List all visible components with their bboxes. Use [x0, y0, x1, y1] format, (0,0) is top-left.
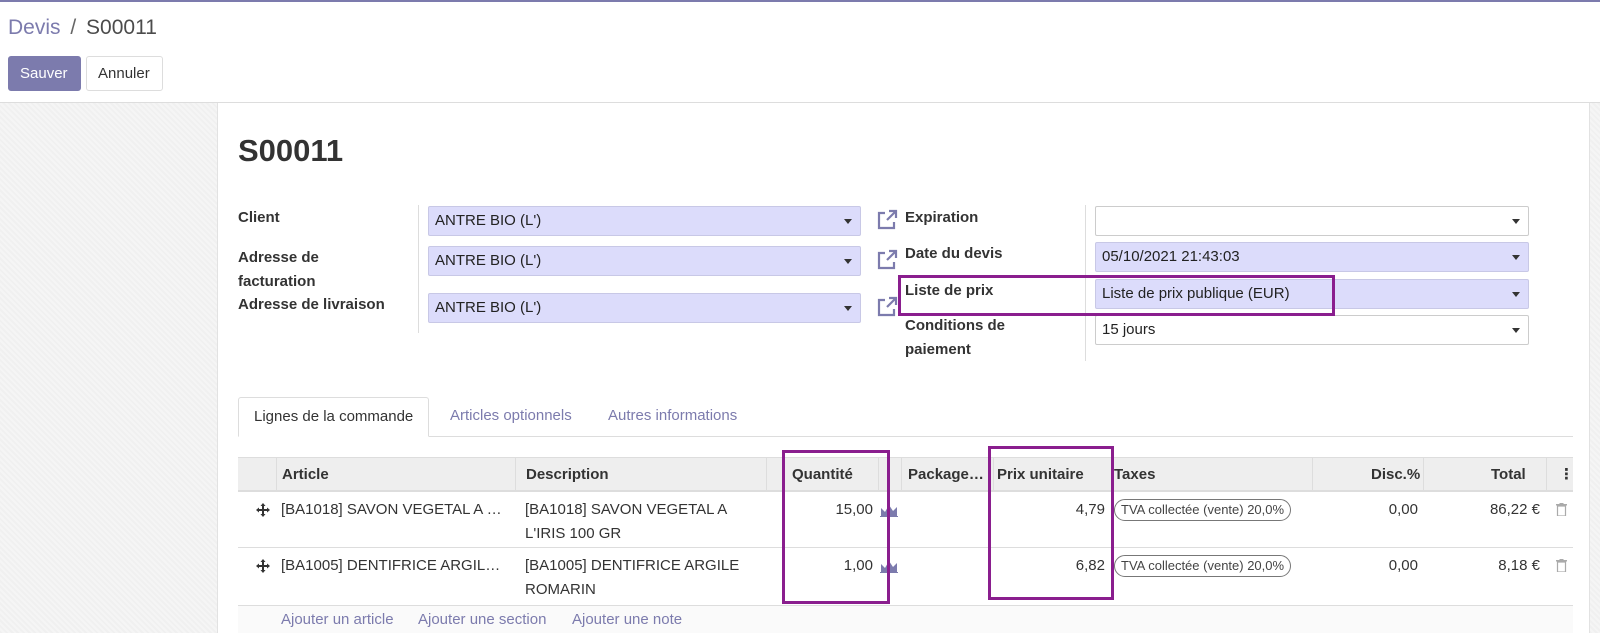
quote-date-label: Date du devis [905, 245, 1003, 262]
chevron-down-icon [844, 219, 852, 224]
quote-date-field[interactable]: 05/10/2021 21:43:03 [1095, 242, 1529, 272]
column-separator [878, 458, 879, 491]
column-separator [1111, 458, 1112, 491]
chevron-down-icon [844, 306, 852, 311]
row-description-line1[interactable]: [BA1018] SAVON VEGETAL A [525, 498, 727, 522]
payment-terms-label-line2: paiement [905, 341, 971, 358]
column-separator [901, 458, 902, 491]
row-discount[interactable]: 0,00 [1338, 554, 1418, 578]
row-total: 86,22 € [1489, 501, 1540, 518]
add-note-link[interactable]: Ajouter une note [572, 611, 682, 628]
row-description-line2[interactable]: ROMARIN [525, 578, 596, 602]
drag-handle-icon[interactable] [256, 559, 270, 573]
column-separator [515, 458, 516, 491]
column-separator [1312, 458, 1313, 491]
column-header-package[interactable]: Package… [908, 458, 984, 491]
chevron-down-icon [1512, 219, 1520, 224]
column-header-article[interactable]: Article [282, 458, 329, 491]
row-quantity[interactable]: 1,00 [793, 554, 873, 578]
external-link-icon[interactable] [875, 295, 899, 319]
pricelist-value: Liste de prix publique (EUR) [1102, 285, 1290, 302]
tab-order-lines[interactable]: Lignes de la commande [238, 397, 430, 437]
add-article-link[interactable]: Ajouter un article [281, 611, 394, 628]
invoice-address-label-line1: Adresse de [238, 249, 319, 266]
table-row[interactable]: [BA1018] SAVON VEGETAL A … [BA1018] SAVO… [238, 492, 1573, 548]
chevron-down-icon [844, 259, 852, 264]
column-separator [1423, 458, 1424, 491]
row-article[interactable]: [BA1005] DENTIFRICE ARGIL… [281, 554, 500, 578]
column-header-description[interactable]: Description [526, 458, 609, 491]
record-title: S00011 [238, 133, 344, 168]
delivery-address-value: ANTRE BIO (L') [435, 299, 542, 316]
column-separator [993, 458, 994, 491]
column-separator [766, 458, 767, 491]
row-description-line1[interactable]: [BA1005] DENTIFRICE ARGILE [525, 554, 739, 578]
column-header-total[interactable]: Total [1491, 458, 1526, 491]
forecast-chart-icon[interactable] [880, 503, 898, 517]
delivery-address-label: Adresse de livraison [238, 296, 385, 313]
table-header: Article Description Quantité Package… Pr… [238, 457, 1574, 492]
table-row[interactable]: [BA1005] DENTIFRICE ARGIL… [BA1005] DENT… [238, 548, 1573, 606]
column-header-unit-price[interactable]: Prix unitaire [997, 458, 1084, 491]
pricelist-label: Liste de prix [905, 282, 994, 299]
chevron-down-icon [1512, 292, 1520, 297]
column-separator [276, 458, 277, 491]
drag-handle-icon[interactable] [256, 503, 270, 517]
row-tax-badge[interactable]: TVA collectée (vente) 20,0% [1114, 555, 1292, 577]
expiration-label: Expiration [905, 209, 979, 226]
add-section-link[interactable]: Ajouter une section [418, 611, 546, 628]
external-link-icon[interactable] [875, 208, 899, 232]
column-header-discount[interactable]: Disc.% [1371, 458, 1420, 491]
left-group-separator [418, 205, 419, 333]
invoice-address-label-line2: facturation [238, 273, 316, 290]
breadcrumb-parent-link[interactable]: Devis [8, 16, 61, 39]
client-field[interactable]: ANTRE BIO (L') [428, 206, 861, 236]
invoice-address-field[interactable]: ANTRE BIO (L') [428, 246, 861, 276]
row-discount[interactable]: 0,00 [1338, 498, 1418, 522]
payment-terms-label-line1: Conditions de [905, 317, 1005, 334]
row-article[interactable]: [BA1018] SAVON VEGETAL A … [281, 498, 502, 522]
column-options-icon[interactable]: ⋮ [1559, 458, 1574, 491]
row-unit-price[interactable]: 6,82 [998, 554, 1105, 578]
control-panel: Devis / S00011 Sauver Annuler [0, 2, 1600, 103]
payment-terms-field[interactable]: 15 jours [1095, 315, 1529, 345]
expiration-field[interactable] [1095, 206, 1529, 236]
breadcrumb-current: S00011 [86, 16, 157, 39]
right-group-separator [1085, 205, 1086, 361]
row-unit-price[interactable]: 4,79 [998, 498, 1105, 522]
row-quantity[interactable]: 15,00 [793, 498, 873, 522]
tab-other-info[interactable]: Autres informations [593, 397, 752, 437]
client-label: Client [238, 209, 280, 226]
client-value: ANTRE BIO (L') [435, 212, 542, 229]
payment-terms-value: 15 jours [1102, 321, 1156, 338]
row-tax-badge[interactable]: TVA collectée (vente) 20,0% [1114, 499, 1292, 521]
column-separator [1546, 458, 1547, 491]
row-description-line2[interactable]: L'IRIS 100 GR [525, 522, 621, 546]
breadcrumb: Devis / S00011 [8, 16, 157, 40]
external-link-icon[interactable] [875, 248, 899, 272]
column-header-taxes[interactable]: Taxes [1114, 458, 1155, 491]
trash-icon[interactable] [1556, 559, 1567, 572]
save-button[interactable]: Sauver [8, 56, 81, 91]
trash-icon[interactable] [1556, 503, 1567, 516]
pricelist-field[interactable]: Liste de prix publique (EUR) [1095, 279, 1529, 309]
chevron-down-icon [1512, 255, 1520, 260]
row-total: 8,18 € [1498, 557, 1540, 574]
delivery-address-field[interactable]: ANTRE BIO (L') [428, 293, 861, 323]
chevron-down-icon [1512, 328, 1520, 333]
cancel-button[interactable]: Annuler [86, 56, 163, 91]
breadcrumb-separator: / [70, 16, 77, 39]
invoice-address-value: ANTRE BIO (L') [435, 252, 542, 269]
quote-date-value: 05/10/2021 21:43:03 [1102, 248, 1240, 265]
column-header-quantity[interactable]: Quantité [792, 458, 853, 491]
forecast-chart-icon[interactable] [880, 559, 898, 573]
tab-optional-products[interactable]: Articles optionnels [435, 397, 587, 437]
